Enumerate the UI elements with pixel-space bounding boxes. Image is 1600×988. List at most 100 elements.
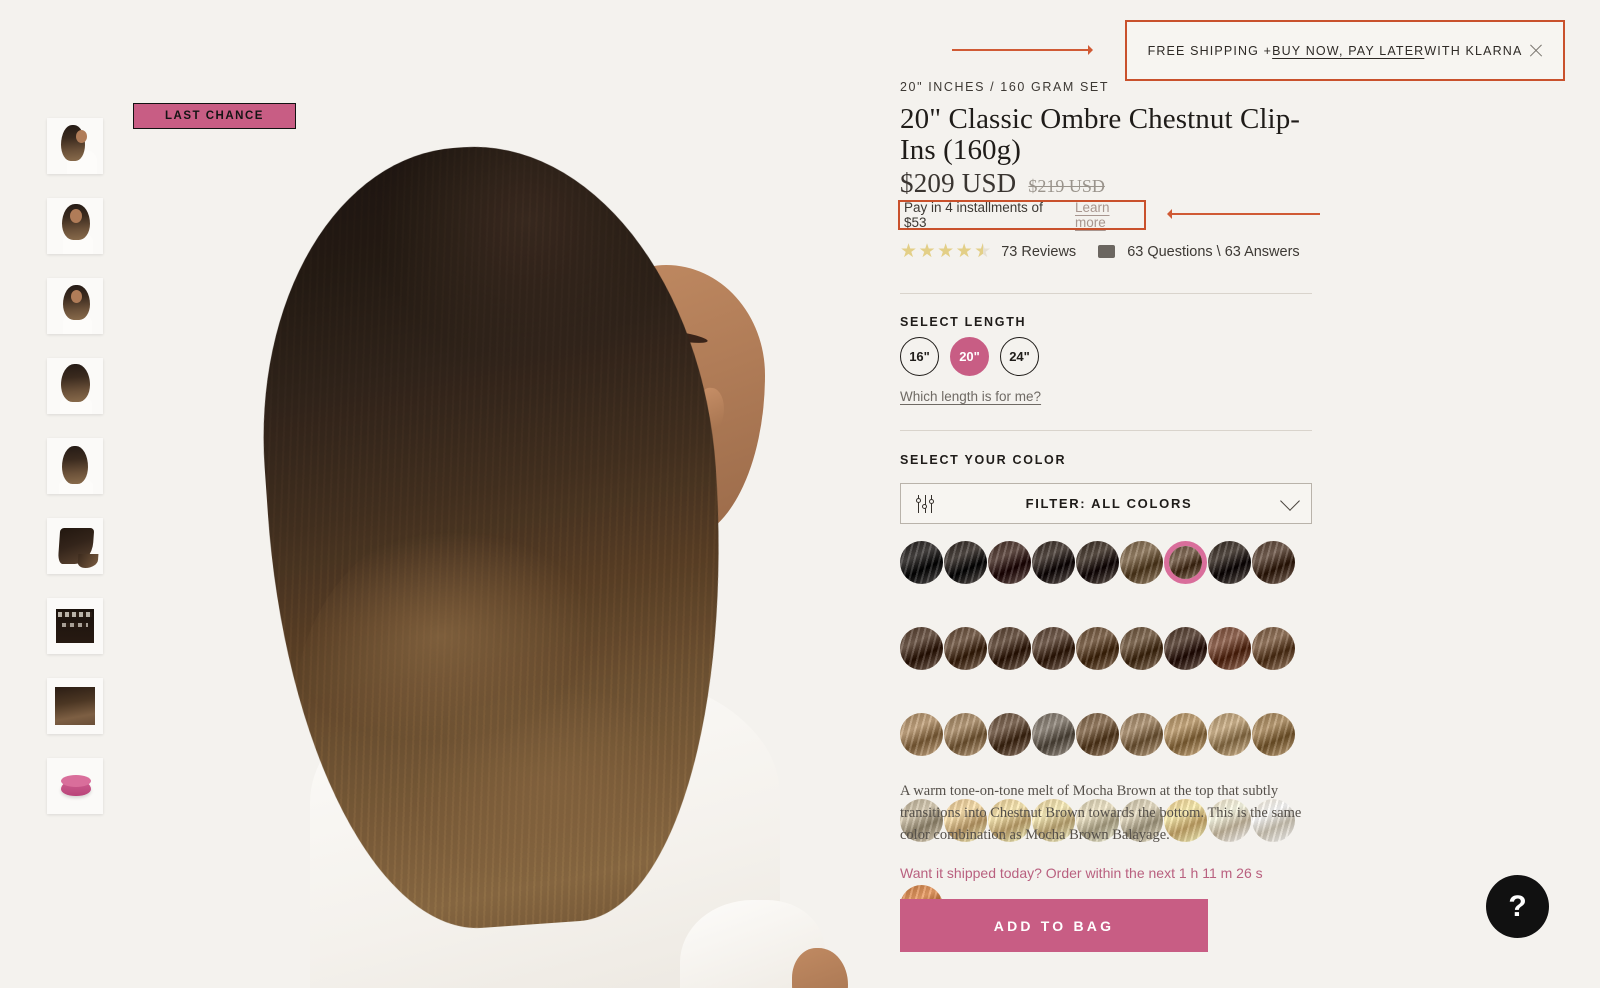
star-rating-icon: ★ ★ ★ ★ ★: [900, 242, 991, 261]
product-eyebrow: 20" INCHES / 160 GRAM SET: [900, 80, 1110, 94]
product-price: $209 USD: [900, 168, 1017, 198]
color-swatch-fill: [1252, 541, 1295, 584]
length-option-16[interactable]: 16": [900, 337, 939, 376]
thumbnail-clip-in-set[interactable]: [47, 598, 103, 654]
color-swatch-fill: [900, 541, 943, 584]
promo-banner[interactable]: FREE SHIPPING + BUY NOW, PAY LATER WITH …: [1125, 20, 1565, 81]
length-option-20[interactable]: 20": [950, 337, 989, 376]
questions-answers-link[interactable]: 63 Questions \ 63 Answers: [1127, 244, 1300, 260]
color-swatch-9[interactable]: [900, 627, 943, 670]
thumbnail-model-back-full[interactable]: [47, 438, 103, 494]
color-swatch-11[interactable]: [988, 627, 1031, 670]
color-swatch-25[interactable]: [1208, 713, 1251, 756]
length-option-24[interactable]: 24": [1000, 337, 1039, 376]
thumbnail-product-puck[interactable]: [47, 758, 103, 814]
thumbnail-color-swatch-closeup[interactable]: [47, 678, 103, 734]
color-swatch-15[interactable]: [1164, 627, 1207, 670]
color-swatch-fill: [988, 541, 1031, 584]
color-swatch-21[interactable]: [1032, 713, 1075, 756]
product-hero-image[interactable]: [120, 70, 860, 988]
thumbnail-hair-weft[interactable]: [47, 518, 103, 574]
thumbnail-model-side-view[interactable]: [47, 118, 103, 174]
color-swatch-5[interactable]: [1120, 541, 1163, 584]
color-swatch-fill: [1120, 627, 1163, 670]
color-swatch-fill: [1032, 541, 1075, 584]
color-swatch-fill: [944, 627, 987, 670]
color-swatch-16[interactable]: [1208, 627, 1251, 670]
close-icon[interactable]: [1525, 40, 1547, 62]
color-swatch-fill: [1164, 713, 1207, 756]
color-swatch-0[interactable]: [900, 541, 943, 584]
color-swatch-2[interactable]: [988, 541, 1031, 584]
color-swatch-3[interactable]: [1032, 541, 1075, 584]
promo-text-after: WITH KLARNA: [1424, 43, 1523, 58]
color-swatch-fill: [1252, 627, 1295, 670]
thumbnail-model-front-smiling[interactable]: [47, 198, 103, 254]
divider-top: [900, 293, 1312, 294]
thumbnail-rail: [47, 118, 103, 814]
color-filter-dropdown[interactable]: FILTER: ALL COLORS: [900, 483, 1312, 524]
color-swatch-18[interactable]: [900, 713, 943, 756]
shipping-countdown: Want it shipped today? Order within the …: [900, 865, 1263, 881]
promo-link[interactable]: BUY NOW, PAY LATER: [1272, 44, 1424, 58]
length-options: 16" 20" 24": [900, 337, 1039, 376]
installments-box: Pay in 4 installments of $53 Learn more: [898, 200, 1146, 230]
add-to-bag-button[interactable]: ADD TO BAG: [900, 899, 1208, 952]
color-swatch-fill: [1208, 541, 1251, 584]
color-swatch-fill: [1032, 627, 1075, 670]
color-swatch-26[interactable]: [1252, 713, 1295, 756]
color-swatch-fill: [988, 713, 1031, 756]
color-swatch-fill: [1076, 627, 1119, 670]
annotation-arrow-to-installments: [1167, 209, 1320, 219]
review-summary: ★★★★★ 73 Reviews 63 Questions \ 63 Answe…: [900, 242, 1300, 261]
color-swatch-10[interactable]: [944, 627, 987, 670]
color-swatch-fill: [900, 713, 943, 756]
installments-text: Pay in 4 installments of $53: [904, 200, 1043, 230]
color-filter-label: FILTER: ALL COLORS: [1025, 496, 1193, 511]
promo-text-before: FREE SHIPPING +: [1147, 43, 1273, 58]
color-swatch-1[interactable]: [944, 541, 987, 584]
color-swatch-6[interactable]: [1164, 541, 1207, 584]
color-swatch-fill: [1032, 713, 1075, 756]
color-swatch-fill: [1169, 546, 1202, 579]
color-swatch-fill: [1120, 713, 1163, 756]
color-swatch-fill: [944, 541, 987, 584]
price-row: $209 USD $219 USD: [900, 168, 1105, 199]
product-detail-page: LAST CHANCE FREE SHIPPING + BUY NOW, PAY…: [0, 0, 1600, 988]
color-swatch-8[interactable]: [1252, 541, 1295, 584]
color-swatch-fill: [900, 627, 943, 670]
color-swatch-20[interactable]: [988, 713, 1031, 756]
color-swatch-24[interactable]: [1164, 713, 1207, 756]
product-compare-price: $219 USD: [1028, 176, 1105, 196]
color-swatch-19[interactable]: [944, 713, 987, 756]
installments-learn-more-link[interactable]: Learn more: [1075, 200, 1144, 230]
help-button[interactable]: ?: [1486, 875, 1549, 938]
thumbnail-model-front-portrait[interactable]: [47, 278, 103, 334]
color-swatch-4[interactable]: [1076, 541, 1119, 584]
chevron-down-icon: [1280, 491, 1300, 511]
model-hand: [792, 948, 848, 988]
color-swatch-17[interactable]: [1252, 627, 1295, 670]
thumbnail-model-back-view[interactable]: [47, 358, 103, 414]
color-swatch-23[interactable]: [1120, 713, 1163, 756]
color-swatch-22[interactable]: [1076, 713, 1119, 756]
color-swatch-fill: [1120, 541, 1163, 584]
select-length-label: SELECT LENGTH: [900, 315, 1027, 329]
color-swatch-fill: [988, 627, 1031, 670]
color-swatch-7[interactable]: [1208, 541, 1251, 584]
divider-mid: [900, 430, 1312, 431]
color-swatch-fill: [1076, 713, 1119, 756]
color-swatch-14[interactable]: [1120, 627, 1163, 670]
color-swatch-12[interactable]: [1032, 627, 1075, 670]
annotation-arrow-to-banner: [952, 45, 1093, 55]
product-description: A warm tone-on-tone melt of Mocha Brown …: [900, 783, 1302, 844]
color-swatch-fill: [1208, 627, 1251, 670]
reviews-link[interactable]: 73 Reviews: [1001, 244, 1076, 260]
select-color-label: SELECT YOUR COLOR: [900, 453, 1067, 467]
which-length-link[interactable]: Which length is for me?: [900, 389, 1041, 404]
promo-banner-text: FREE SHIPPING + BUY NOW, PAY LATER WITH …: [1145, 44, 1525, 58]
color-swatch-fill: [1164, 627, 1207, 670]
color-swatch-13[interactable]: [1076, 627, 1119, 670]
color-swatch-fill: [1208, 713, 1251, 756]
color-swatch-fill: [1076, 541, 1119, 584]
